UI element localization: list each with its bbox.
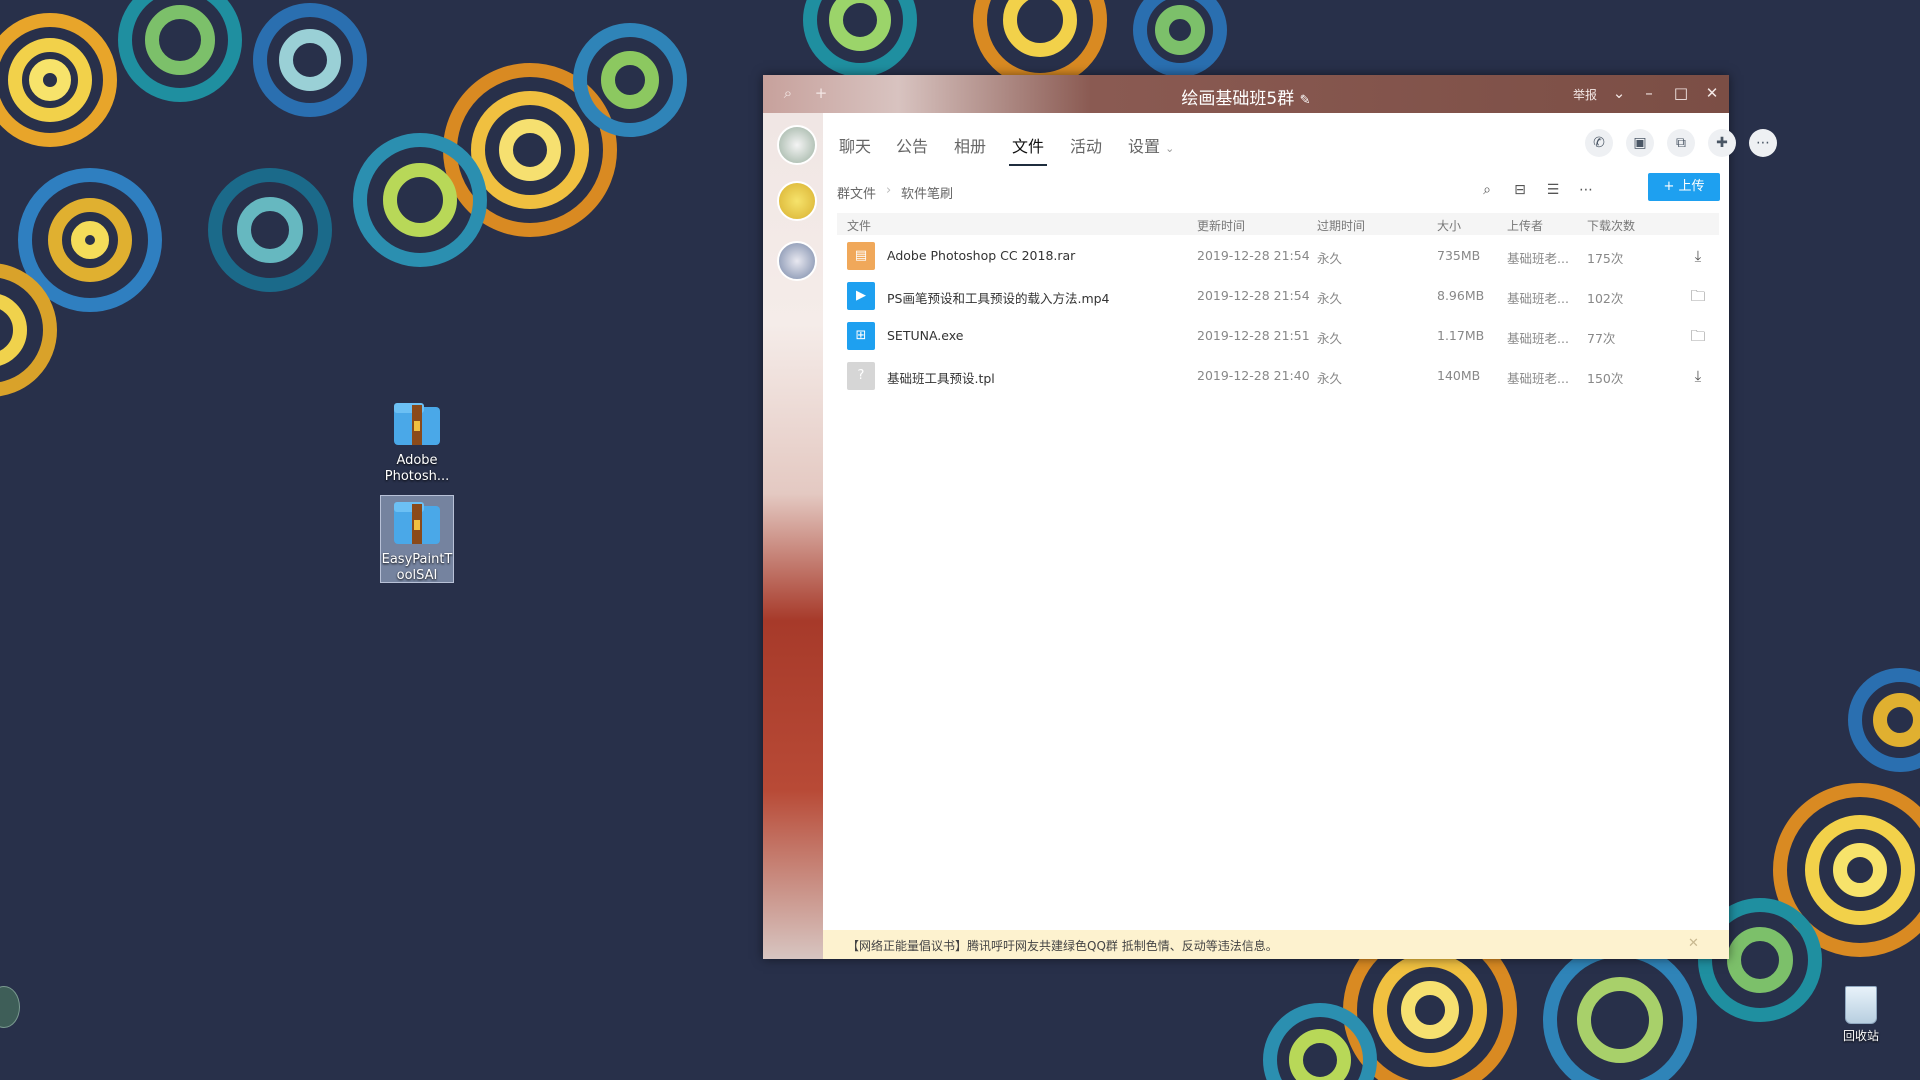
breadcrumb-current: 软件笔刷 [901, 187, 954, 202]
archive-icon: ▤ [847, 242, 875, 270]
column-expires[interactable]: 过期时间 [1317, 217, 1365, 234]
winrar-archive-icon [392, 401, 442, 447]
active-tab-indicator [1009, 164, 1047, 166]
file-uploader: 基础班老... [1507, 371, 1569, 386]
desktop-icon-photoshop[interactable]: Adobe Photosh... [381, 397, 453, 485]
file-updated: 2019-12-28 21:51 [1197, 328, 1310, 343]
file-size: 735MB [1437, 248, 1481, 263]
edit-icon[interactable]: ✎ [1300, 93, 1311, 108]
file-updated: 2019-12-28 21:40 [1197, 368, 1310, 383]
file-updated: 2019-12-28 21:54 [1197, 288, 1310, 303]
avatar[interactable] [777, 241, 817, 281]
upload-button[interactable]: + 上传 [1648, 173, 1720, 201]
inbox-icon[interactable]: ⊟ [1509, 179, 1531, 201]
windows-icon: ⊞ [847, 322, 875, 350]
window-titlebar: ⌕ + 绘画基础班5群 ✎ 举报 ⌄ – □ ✕ [763, 75, 1729, 113]
maximize-icon[interactable]: □ [1672, 84, 1690, 102]
breadcrumb-separator: › [886, 183, 892, 198]
winrar-archive-icon [392, 500, 442, 546]
column-uploader[interactable]: 上传者 [1507, 217, 1543, 234]
folder-icon[interactable]: 🗀 [1687, 325, 1709, 347]
file-downloads: 102次 [1587, 291, 1624, 306]
file-uploader: 基础班老... [1507, 331, 1569, 346]
table-row[interactable]: ⊞ SETUNA.exe 2019-12-28 21:51 永久 1.17MB 基础班老.… [837, 316, 1719, 356]
chevron-down-icon: ⌄ [1165, 142, 1175, 155]
desktop-icon-label: 回收站 [1842, 1029, 1879, 1043]
column-downloads[interactable]: 下载次数 [1587, 217, 1635, 234]
table-row[interactable]: ▤ Adobe Photoshop CC 2018.rar 2019-12-28 2… [837, 236, 1719, 276]
qq-group-window: ⌕ + 绘画基础班5群 ✎ 举报 ⌄ – □ ✕ 聊天 公告 相册 文件 活动 … [763, 75, 1777, 959]
table-row[interactable]: ? 基础班工具预设.tpl 2019-12-28 21:40 永久 140MB 基础班老.… [837, 356, 1719, 396]
file-name[interactable]: 基础班工具预设.tpl [887, 368, 995, 387]
tab-chat[interactable]: 聊天 [839, 133, 871, 157]
desktop-icon-label: EasyPaintToolSAI [381, 552, 453, 583]
more-icon[interactable]: ⋯ [1749, 129, 1777, 157]
screen-share-icon[interactable]: ⧉ [1667, 129, 1695, 157]
file-size: 1.17MB [1437, 328, 1485, 343]
column-name[interactable]: 文件 [847, 217, 871, 234]
file-expires: 永久 [1317, 291, 1343, 306]
list-view-icon[interactable]: ☰ [1542, 179, 1564, 201]
folder-icon[interactable]: 🗀 [1687, 285, 1709, 307]
table-header: 文件 更新时间 过期时间 大小 上传者 下载次数 [837, 213, 1719, 235]
unknown-file-icon: ? [847, 362, 875, 390]
group-sidebar [763, 113, 823, 959]
column-updated[interactable]: 更新时间 [1197, 217, 1245, 234]
file-expires: 永久 [1317, 251, 1343, 266]
more-icon[interactable]: ⋯ [1575, 179, 1597, 201]
tab-activity[interactable]: 活动 [1070, 133, 1102, 157]
tab-settings[interactable]: 设置 ⌄ [1128, 133, 1174, 157]
report-button[interactable]: 举报 [1573, 86, 1597, 103]
breadcrumb-root[interactable]: 群文件 [837, 183, 876, 202]
chevron-down-icon[interactable]: ⌄ [1610, 84, 1628, 102]
close-icon[interactable]: ✕ [1703, 84, 1721, 102]
table-row[interactable]: ▶ PS画笔预设和工具预设的载入方法.mp4 2019-12-28 21:54 永久 8… [837, 276, 1719, 316]
desktop-icon-easypaint[interactable]: EasyPaintToolSAI [380, 495, 454, 583]
tab-announcement[interactable]: 公告 [896, 133, 928, 157]
file-uploader: 基础班老... [1507, 251, 1569, 266]
avatar[interactable] [777, 125, 817, 165]
file-expires: 永久 [1317, 331, 1343, 346]
file-uploader: 基础班老... [1507, 291, 1569, 306]
desktop-icon-recycle-bin[interactable]: 回收站 [1836, 986, 1886, 1044]
file-size: 8.96MB [1437, 288, 1485, 303]
phone-icon[interactable]: ✆ [1585, 129, 1613, 157]
column-size[interactable]: 大小 [1437, 217, 1461, 234]
file-downloads: 77次 [1587, 331, 1616, 346]
download-icon[interactable]: ⤓ [1687, 245, 1709, 267]
message-add-icon[interactable]: ✚ [1708, 129, 1736, 157]
video-icon: ▶ [847, 282, 875, 310]
tab-bar: 聊天 公告 相册 文件 活动 设置 ⌄ ✆ ▣ ⧉ ✚ ⋯ [823, 113, 1777, 167]
video-icon[interactable]: ▣ [1626, 129, 1654, 157]
tab-album[interactable]: 相册 [954, 133, 986, 157]
recycle-bin-icon [1845, 986, 1877, 1024]
close-icon[interactable]: ✕ [1688, 936, 1699, 951]
file-name[interactable]: Adobe Photoshop CC 2018.rar [887, 248, 1075, 263]
file-panel: 聊天 公告 相册 文件 活动 设置 ⌄ ✆ ▣ ⧉ ✚ ⋯ 群文件 › 软件笔刷… [823, 113, 1777, 959]
plus-icon: + [1663, 179, 1675, 194]
minimize-icon[interactable]: – [1640, 84, 1658, 102]
download-icon[interactable]: ⤓ [1687, 365, 1709, 387]
notice-text: 【网络正能量倡议书】腾讯呼吁网友共建绿色QQ群 抵制色情、反动等违法信息。 [847, 939, 1278, 953]
file-downloads: 150次 [1587, 371, 1624, 386]
file-downloads: 175次 [1587, 251, 1624, 266]
file-size: 140MB [1437, 368, 1481, 383]
avatar[interactable] [777, 181, 817, 221]
file-name[interactable]: PS画笔预设和工具预设的载入方法.mp4 [887, 288, 1110, 307]
file-name[interactable]: SETUNA.exe [887, 328, 963, 343]
desktop-icon-label: Adobe Photosh... [384, 453, 450, 484]
tab-files[interactable]: 文件 [1012, 133, 1044, 157]
file-updated: 2019-12-28 21:54 [1197, 248, 1310, 263]
search-icon[interactable]: ⌕ [1476, 179, 1498, 201]
notice-bar: 【网络正能量倡议书】腾讯呼吁网友共建绿色QQ群 抵制色情、反动等违法信息。 ✕ [823, 930, 1729, 959]
file-expires: 永久 [1317, 371, 1343, 386]
